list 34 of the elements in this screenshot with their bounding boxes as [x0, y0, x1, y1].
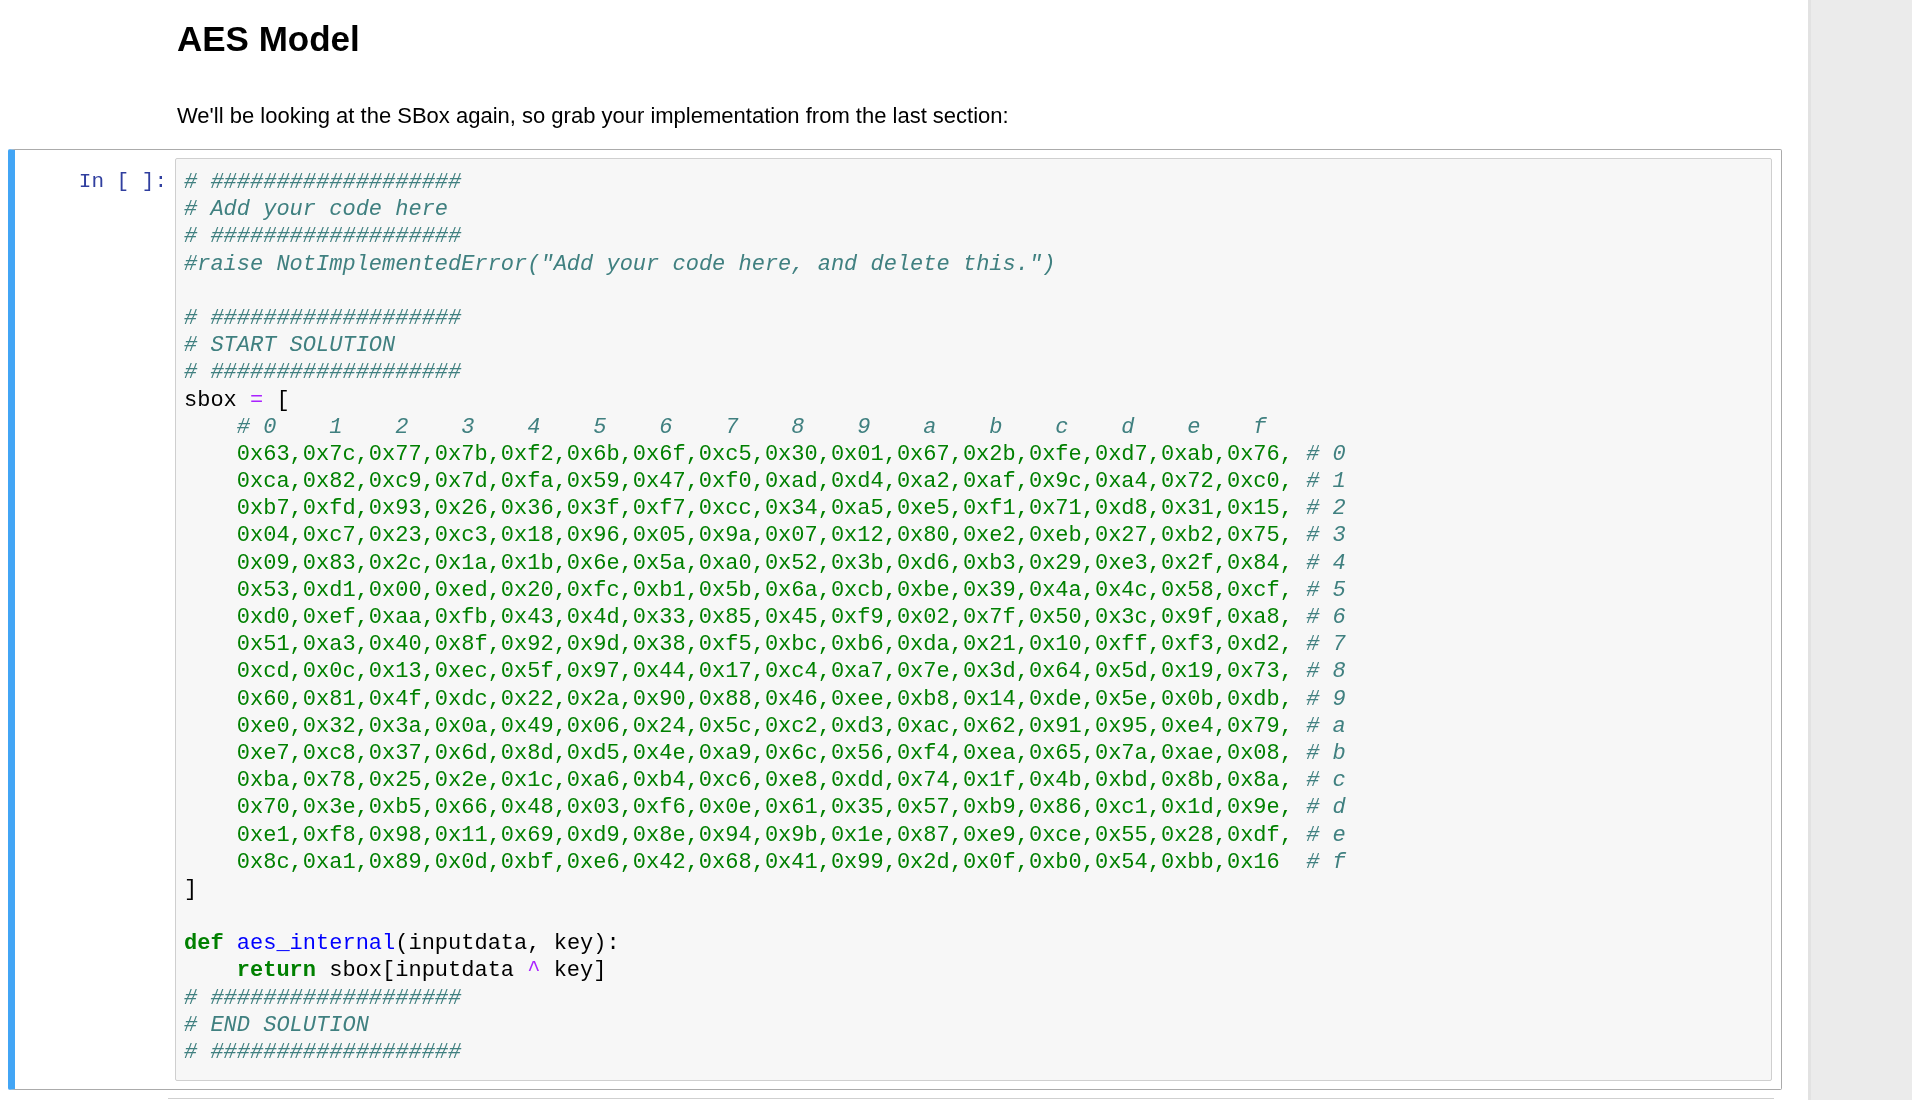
code-line: # 0 1 2 3 4 5 6 7 8 9 a b c d e f: [235, 413, 1268, 441]
code-line: # Add your code here: [184, 196, 450, 224]
code-line: 0x53,0xd1,0x00,0xed,0x20,0xfc,0xb1,0x5b,0x6a,0xcb,0xbe,0x39,0x4a,0x4c,0x58,0xcf, # 5: [235, 576, 1347, 604]
code-line: # ###################: [184, 169, 463, 197]
code-line: 0xcd,0x0c,0x13,0xec,0x5f,0x97,0x44,0x17,0xc4,0xa7,0x7e,0x3d,0x64,0x5d,0x19,0x73, # 8: [235, 658, 1347, 686]
code-line: 0xb7,0xfd,0x93,0x26,0x36,0x3f,0xf7,0xcc,0x34,0xa5,0xe5,0xf1,0x71,0xd8,0x31,0x15, # 2: [235, 495, 1347, 523]
code-line: 0xe7,0xc8,0x37,0x6d,0x8d,0xd5,0x4e,0xa9,0x6c,0x56,0xf4,0xea,0x65,0x7a,0xae,0x08, # b: [235, 739, 1347, 768]
code-line: # ###################: [184, 359, 463, 387]
notebook-heading: AES Model: [177, 18, 361, 60]
code-line: # ###################: [184, 304, 463, 333]
code-line: ]: [184, 875, 199, 904]
code-line: 0xe1,0xf8,0x98,0x11,0x69,0xd9,0x8e,0x94,0x9b,0x1e,0x87,0xe9,0xce,0x55,0x28,0xdf, # e: [235, 821, 1347, 849]
code-line: 0xd0,0xef,0xaa,0xfb,0x43,0x4d,0x33,0x85,0x45,0xf9,0x02,0x7f,0x50,0x3c,0x9f,0xa8, # 6: [235, 604, 1347, 632]
code-line: 0xba,0x78,0x25,0x2e,0x1c,0xa6,0xb4,0xc6,0xe8,0xdd,0x74,0x1f,0x4b,0xbd,0x8b,0x8a, # c: [235, 767, 1347, 795]
code-line: # ###################: [184, 984, 463, 1012]
code-line: def aes_internal(inputdata, key):: [184, 930, 621, 958]
code-line: 0x70,0x3e,0xb5,0x66,0x48,0x03,0xf6,0x0e,0x61,0x35,0x57,0xb9,0x86,0xc1,0x1d,0x9e, # d: [235, 794, 1347, 822]
code-line: return sbox[inputdata ^ key]: [235, 957, 608, 985]
code-line: 0x04,0xc7,0x23,0xc3,0x18,0x96,0x05,0x9a,0x07,0x12,0x80,0xe2,0xeb,0x27,0xb2,0x75, # 3: [235, 522, 1347, 550]
code-line: 0x8c,0xa1,0x89,0x0d,0xbf,0xe6,0x42,0x68,0x41,0x99,0x2d,0x0f,0xb0,0x54,0xbb,0x16 # f: [235, 848, 1347, 876]
code-line: 0x63,0x7c,0x77,0x7b,0xf2,0x6b,0x6f,0xc5,0x30,0x01,0x67,0x2b,0xfe,0xd7,0xab,0x76, # 0: [235, 440, 1347, 469]
code-line: 0x60,0x81,0x4f,0xdc,0x22,0x2a,0x90,0x88,0x46,0xee,0xb8,0x14,0xde,0x5e,0x0b,0xdb, # 9: [235, 685, 1347, 713]
code-line: 0xe0,0x32,0x3a,0x0a,0x49,0x06,0x24,0x5c,0xc2,0xd3,0xac,0x62,0x91,0x95,0xe4,0x79, # a: [235, 712, 1347, 740]
code-line: 0xca,0x82,0xc9,0x7d,0xfa,0x59,0x47,0xf0,0xad,0xd4,0xa2,0xaf,0x9c,0xa4,0x72,0xc0, # 1: [235, 468, 1347, 496]
intro-paragraph: We'll be looking at the SBox again, so grab your implementation from the last section:: [177, 102, 1010, 130]
input-prompt: In [ ]:: [77, 169, 168, 195]
code-line: # START SOLUTION: [184, 332, 397, 360]
code-line: 0x09,0x83,0x2c,0x1a,0x1b,0x6e,0x5a,0xa0,0x52,0x3b,0xd6,0xb3,0x29,0xe3,0x2f,0x84, # 4: [235, 549, 1347, 577]
code-line: sbox = [: [184, 386, 291, 414]
code-line: # ###################: [184, 1039, 463, 1067]
code-line: # ###################: [184, 223, 463, 251]
code-line: 0x51,0xa3,0x40,0x8f,0x92,0x9d,0x38,0xf5,0xbc,0xb6,0xda,0x21,0x10,0xff,0xf3,0xd2, # 7: [235, 631, 1347, 659]
code-line: # END SOLUTION: [184, 1011, 370, 1039]
code-line: #raise NotImplementedError("Add your code here, and delete this."): [184, 250, 1057, 278]
